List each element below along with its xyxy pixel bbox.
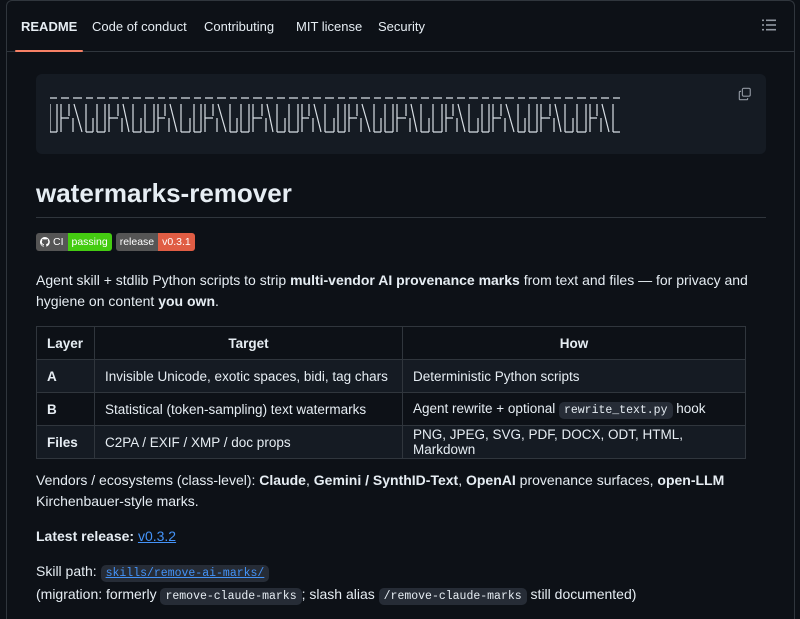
- table-cell: Deterministic Python scripts: [402, 359, 746, 393]
- vendors-text: ,: [305, 472, 314, 488]
- vendor-name: Gemini / SynthID-Text: [313, 472, 459, 488]
- table-cell: C2PA / EXIF / XMP / doc props: [94, 425, 403, 459]
- desc-bold: you own: [158, 293, 215, 309]
- vendors-paragraph: Vendors / ecosystems (class-level): Clau…: [36, 470, 766, 512]
- vendor-name: Claude: [259, 472, 306, 488]
- table-cell: B: [47, 401, 57, 417]
- table-row: A Invisible Unicode, exotic spaces, bidi…: [36, 359, 746, 393]
- tab-readme[interactable]: README: [14, 1, 84, 52]
- ascii-banner: [36, 74, 766, 154]
- readme-content: watermarks-remover CI passing release v0…: [36, 74, 766, 605]
- tab-security[interactable]: Security: [378, 1, 425, 51]
- vendor-name: OpenAI: [465, 472, 516, 488]
- badges: CI passing release v0.3.1: [36, 233, 195, 251]
- table-header-row: Layer Target How: [36, 326, 746, 360]
- release-badge-version: v0.3.1: [158, 233, 195, 251]
- table-cell: Statistical (token-sampling) text waterm…: [94, 392, 403, 426]
- tab-contributing[interactable]: Contributing: [204, 1, 274, 51]
- cell-text: Agent rewrite + optional: [413, 401, 559, 416]
- readme-title: watermarks-remover: [36, 178, 292, 208]
- vendors-text: ,: [458, 472, 466, 488]
- release-badge-label: release: [115, 233, 159, 251]
- ci-label-text: CI: [53, 236, 64, 248]
- desc-text: Agent skill + stdlib Python scripts to s…: [36, 272, 291, 288]
- inline-code: remove-claude-marks: [160, 588, 302, 605]
- list-icon[interactable]: [762, 19, 776, 31]
- vendor-name: open-LLM: [657, 472, 725, 488]
- migration-text: ; slash alias: [301, 586, 379, 602]
- table-cell: A: [47, 368, 57, 384]
- table-row: B Statistical (token-sampling) text wate…: [36, 392, 746, 426]
- table-row: Files C2PA / EXIF / XMP / doc props PNG,…: [36, 425, 746, 459]
- description: Agent skill + stdlib Python scripts to s…: [36, 270, 766, 312]
- ascii-art-logo: [50, 97, 620, 133]
- table-cell: Invisible Unicode, exotic spaces, bidi, …: [94, 359, 403, 393]
- table-header: Layer: [36, 326, 95, 360]
- tab-mit-license[interactable]: MIT license: [296, 1, 362, 51]
- vendors-text: provenance surfaces,: [515, 472, 658, 488]
- desc-text: .: [215, 293, 219, 309]
- release-badge[interactable]: release v0.3.1: [115, 233, 195, 251]
- ci-status: passing: [67, 233, 112, 251]
- migration-text: (migration: formerly: [36, 586, 161, 602]
- latest-release-label: Latest release:: [36, 528, 135, 544]
- skill-path-code: skills/remove-ai-marks/: [100, 565, 270, 582]
- table-header: How: [402, 326, 746, 360]
- github-icon: [40, 237, 50, 247]
- skill-path: Skill path: skills/remove-ai-marks/ (mig…: [36, 561, 766, 607]
- title-divider: [36, 217, 766, 218]
- tab-code-of-conduct[interactable]: Code of conduct: [92, 1, 187, 51]
- latest-release: Latest release: v0.3.2: [36, 526, 766, 547]
- layers-table: Layer Target How A Invisible Unicode, ex…: [36, 326, 746, 459]
- cell-text: hook: [672, 401, 706, 416]
- skill-path-link[interactable]: skills/remove-ai-marks/: [100, 563, 270, 582]
- readme-tabs: README Code of conduct Contributing MIT …: [7, 1, 794, 52]
- inline-code: rewrite_text.py: [558, 402, 673, 419]
- desc-bold: multi-vendor AI provenance marks: [290, 272, 520, 288]
- inline-code: /remove-claude-marks: [378, 588, 527, 605]
- table-cell: Files: [47, 434, 78, 450]
- migration-text: still documented): [526, 586, 637, 602]
- table-cell: PNG, JPEG, SVG, PDF, DOCX, ODT, HTML, Ma…: [402, 425, 746, 459]
- ci-badge[interactable]: CI passing: [36, 233, 112, 251]
- ci-badge-label: CI: [36, 233, 68, 251]
- latest-release-link[interactable]: v0.3.2: [138, 528, 176, 544]
- skill-path-label: Skill path:: [36, 563, 97, 579]
- copy-icon[interactable]: [738, 87, 752, 101]
- vendors-text: Kirchenbauer-style marks.: [36, 493, 199, 509]
- table-cell: Agent rewrite + optional rewrite_text.py…: [402, 392, 746, 426]
- vendors-text: Vendors / ecosystems (class-level):: [36, 472, 260, 488]
- readme-panel: README Code of conduct Contributing MIT …: [6, 0, 795, 619]
- table-header: Target: [94, 326, 403, 360]
